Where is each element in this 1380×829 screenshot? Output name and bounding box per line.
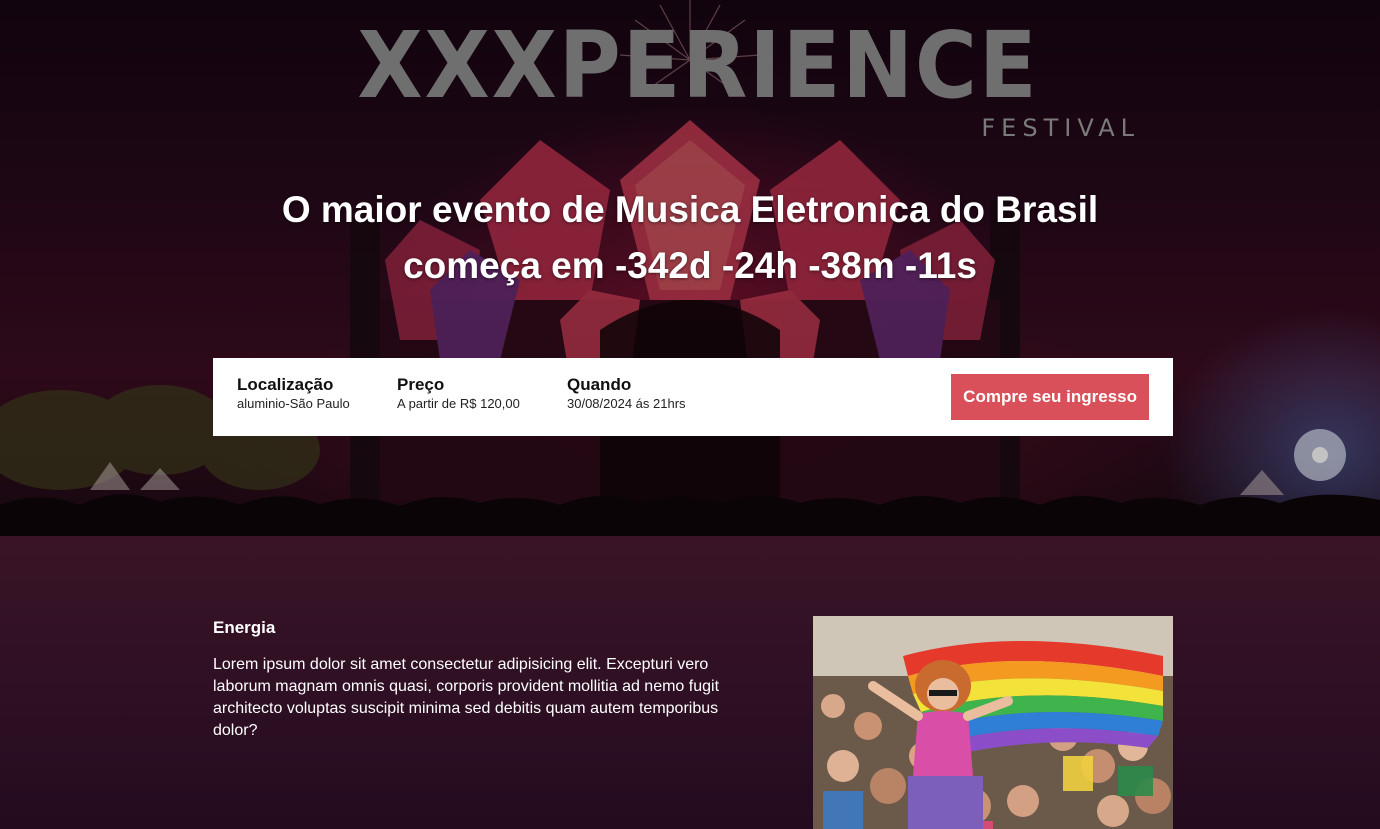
price-title: Preço	[397, 375, 445, 394]
energy-description: Lorem ipsum dolor sit amet consectetur a…	[213, 656, 720, 739]
festival-crowd-image	[813, 616, 1173, 829]
location-title: Localização	[237, 375, 334, 394]
event-info-bar: Localização aluminio-São Paulo Preço A p…	[213, 358, 1173, 436]
hero-section: XXXPERIENCE FESTIVAL O maior evento de M…	[0, 0, 1380, 536]
date-value: 30/08/2024 ás 21hrs	[567, 396, 686, 411]
price-value: A partir de R$ 120,00	[397, 396, 520, 411]
hero-headline: O maior evento de Musica Eletronica do B…	[190, 182, 1190, 294]
logo-wordmark: XXXPERIENCE	[357, 12, 1039, 119]
energy-section: Energia Lorem ipsum dolor sit amet conse…	[0, 536, 1380, 829]
location-info: Localização aluminio-São Paulo	[237, 375, 350, 413]
date-info: Quando 30/08/2024 ás 21hrs	[567, 375, 686, 413]
location-value: aluminio-São Paulo	[237, 396, 350, 411]
buy-ticket-button[interactable]: Compre seu ingresso	[951, 374, 1149, 420]
headline-line-1: O maior evento de Musica Eletronica do B…	[281, 189, 1099, 230]
date-title: Quando	[567, 375, 632, 394]
countdown-text: começa em -342d -24h -38m -11s	[403, 245, 977, 286]
festival-logo[interactable]: XXXPERIENCE FESTIVAL	[256, 12, 1140, 143]
energy-title: Energia	[213, 618, 276, 637]
price-info: Preço A partir de R$ 120,00	[397, 375, 520, 413]
logo-subtitle: FESTIVAL	[981, 114, 1140, 142]
